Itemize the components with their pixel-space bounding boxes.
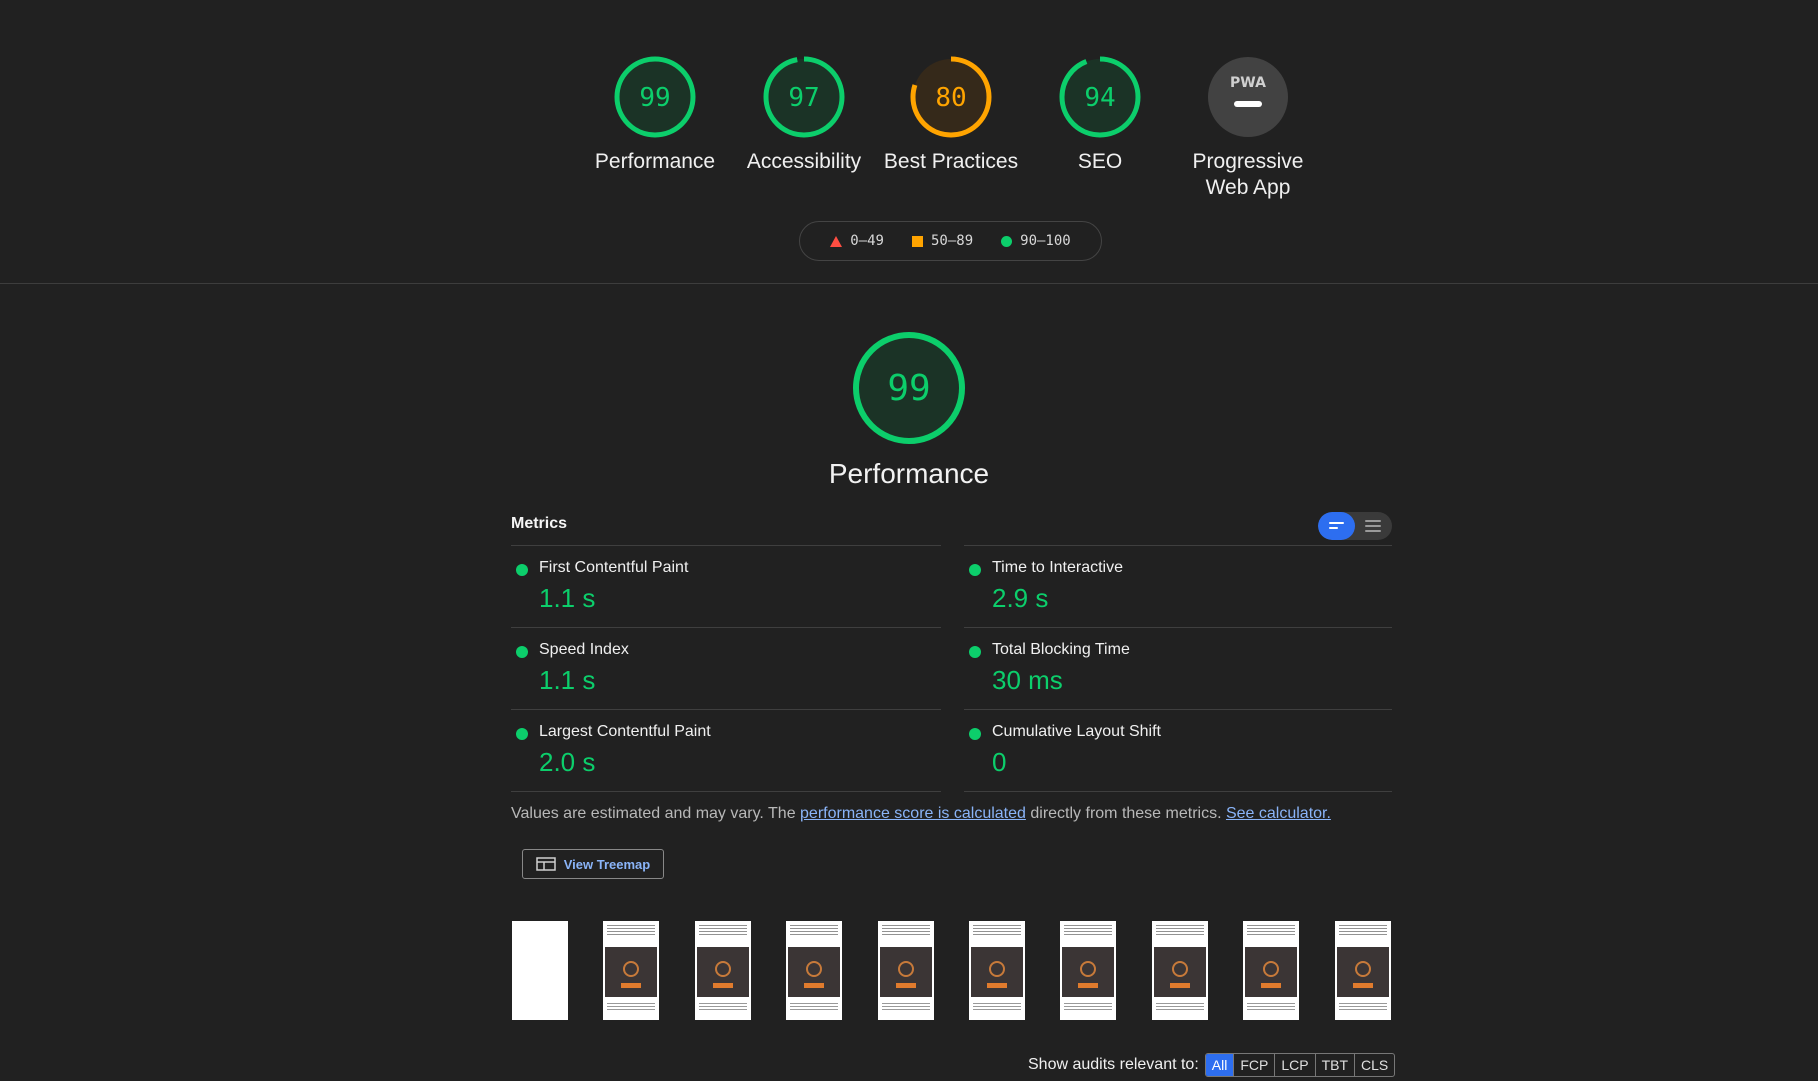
metric-name: Largest Contentful Paint: [539, 723, 711, 740]
filter-chip-all[interactable]: All: [1205, 1054, 1234, 1076]
metric-value: 2.0 s: [539, 747, 596, 777]
audits-filter: Show audits relevant to: All FCP LCP TBT…: [1028, 1053, 1396, 1077]
pass-circle-icon: [516, 564, 528, 576]
best-practices-gauge-icon: 80: [910, 56, 992, 138]
metric-value: 30 ms: [992, 665, 1063, 695]
score-legend: 0–49 50–89 90–100: [799, 221, 1102, 261]
accessibility-gauge-icon: 97: [763, 56, 845, 138]
metrics-right-column: Time to Interactive 2.9 s Total Blocking…: [964, 545, 1392, 792]
gauge-score: 94: [1084, 83, 1115, 113]
metric-name: First Contentful Paint: [539, 559, 689, 576]
compact-view-button[interactable]: [1318, 512, 1355, 540]
performance-section-header: 99 Performance: [0, 330, 1818, 490]
audits-filter-chips: All FCP LCP TBT CLS: [1204, 1053, 1396, 1077]
gauge-performance[interactable]: 99 Performance: [575, 55, 735, 175]
pass-circle-icon: [969, 728, 981, 740]
filter-chip-fcp[interactable]: FCP: [1233, 1054, 1274, 1076]
filter-chip-lcp[interactable]: LCP: [1274, 1054, 1314, 1076]
metric-value: 2.9 s: [992, 583, 1049, 613]
metric-lcp: Largest Contentful Paint 2.0 s: [511, 709, 941, 792]
see-calculator-link[interactable]: See calculator.: [1226, 805, 1331, 822]
metric-name: Cumulative Layout Shift: [992, 723, 1161, 740]
score-calculated-link[interactable]: performance score is calculated: [800, 805, 1026, 822]
audits-filter-label: Show audits relevant to:: [1028, 1056, 1199, 1073]
filmstrip: [512, 921, 1392, 1021]
metric-tbt: Total Blocking Time 30 ms: [964, 627, 1392, 709]
filmstrip-frame-blank: [512, 921, 568, 1020]
filmstrip-frame: [969, 921, 1025, 1020]
gauge-pwa[interactable]: PWA Progressive Web App: [1168, 55, 1328, 201]
pwa-badge-text: PWA: [1230, 75, 1266, 91]
metric-cls: Cumulative Layout Shift 0: [964, 709, 1392, 792]
pass-circle-icon: [969, 564, 981, 576]
metric-name: Speed Index: [539, 641, 629, 658]
gauge-score: 97: [788, 83, 819, 113]
metric-name: Total Blocking Time: [992, 641, 1130, 658]
section-divider: [0, 283, 1818, 284]
filmstrip-frame: [1060, 921, 1116, 1020]
performance-big-gauge-icon: 99: [853, 332, 965, 444]
performance-gauge-icon: 99: [614, 56, 696, 138]
seo-gauge-icon: 94: [1059, 56, 1141, 138]
gauge-seo[interactable]: 94 SEO: [1020, 55, 1180, 175]
gauge-label: Progressive Web App: [1192, 150, 1304, 199]
gauge-label: Performance: [594, 150, 716, 173]
metrics-note: Values are estimated and may vary. The p…: [511, 805, 1331, 822]
filmstrip-frame: [786, 921, 842, 1020]
filmstrip-frame: [1152, 921, 1208, 1020]
metric-speed-index: Speed Index 1.1 s: [511, 627, 941, 709]
category-gauges: 99 Performance 97 Accessibility 80 Best …: [0, 55, 1818, 205]
legend-fail: 0–49: [830, 233, 884, 249]
metrics-header: Metrics: [511, 512, 1392, 542]
gauge-label: SEO: [1077, 150, 1123, 173]
metrics-left-column: First Contentful Paint 1.1 s Speed Index…: [511, 545, 941, 792]
metric-value: 0: [992, 747, 1007, 777]
pwa-badge-icon: PWA: [1208, 57, 1288, 137]
metrics-title: Metrics: [511, 515, 568, 532]
metric-value: 1.1 s: [539, 665, 596, 695]
filter-chip-tbt[interactable]: TBT: [1314, 1054, 1354, 1076]
view-treemap-button[interactable]: View Treemap: [522, 849, 664, 879]
gauge-score: 80: [935, 83, 966, 113]
filmstrip-frame: [603, 921, 659, 1020]
filmstrip-frame: [1243, 921, 1299, 1020]
gauge-best-practices[interactable]: 80 Best Practices: [871, 55, 1031, 175]
filmstrip-frame: [1335, 921, 1391, 1020]
gauge-accessibility[interactable]: 97 Accessibility: [724, 55, 884, 175]
performance-score: 99: [887, 368, 930, 409]
pass-circle-icon: [516, 728, 528, 740]
performance-title: Performance: [828, 458, 990, 489]
metrics-view-toggle[interactable]: [1318, 512, 1392, 540]
fail-triangle-icon: [830, 235, 843, 247]
metric-fcp: First Contentful Paint 1.1 s: [511, 545, 941, 627]
metric-tti: Time to Interactive 2.9 s: [964, 545, 1392, 627]
gauge-label: Best Practices: [883, 150, 1019, 173]
metric-name: Time to Interactive: [992, 559, 1124, 576]
legend-average: 50–89: [911, 233, 973, 249]
pass-circle-icon: [969, 646, 981, 658]
pass-circle-icon: [516, 646, 528, 658]
gauge-label: Accessibility: [746, 150, 862, 173]
metric-value: 1.1 s: [539, 583, 596, 613]
legend-pass: 90–100: [1001, 233, 1071, 249]
gauge-score: 99: [639, 83, 670, 113]
average-square-icon: [911, 235, 923, 247]
filter-chip-cls[interactable]: CLS: [1354, 1054, 1394, 1076]
pass-circle-icon: [1001, 235, 1013, 247]
filmstrip-frame: [695, 921, 751, 1020]
treemap-icon: [536, 857, 556, 871]
filmstrip-frame: [878, 921, 934, 1020]
view-treemap-label: View Treemap: [563, 856, 651, 872]
